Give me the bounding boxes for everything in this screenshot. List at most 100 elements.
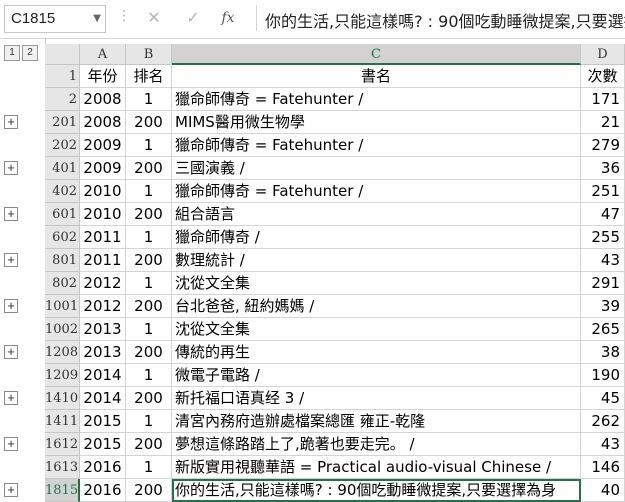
cell-year[interactable]: 2013: [80, 318, 126, 341]
expand-group-icon[interactable]: +: [4, 483, 18, 497]
cell-count[interactable]: 291: [581, 272, 625, 295]
expand-group-icon[interactable]: +: [4, 345, 18, 359]
column-header-c[interactable]: C: [172, 44, 581, 65]
select-all-corner[interactable]: [45, 44, 80, 65]
row-header[interactable]: 401: [45, 157, 80, 180]
cell-count[interactable]: 21: [581, 111, 625, 134]
row-header[interactable]: 601: [45, 203, 80, 226]
cell-rank[interactable]: 200: [126, 479, 172, 502]
drag-handle-icon[interactable]: ⋮: [117, 8, 132, 24]
cell-count[interactable]: 39: [581, 295, 625, 318]
cell-title[interactable]: 沈從文全集: [172, 272, 581, 295]
cell-year[interactable]: 2008: [80, 111, 126, 134]
cell-title[interactable]: 獵命師傳奇 = Fatehunter /: [172, 88, 581, 111]
row-header[interactable]: 1410: [45, 387, 80, 410]
cell-title[interactable]: 獵命師傳奇 /: [172, 226, 581, 249]
cell-count[interactable]: 255: [581, 226, 625, 249]
expand-group-icon[interactable]: +: [4, 207, 18, 221]
cell-year[interactable]: 2010: [80, 203, 126, 226]
cell-title[interactable]: 傳統的再生: [172, 341, 581, 364]
cell-rank[interactable]: 200: [126, 203, 172, 226]
expand-group-icon[interactable]: +: [4, 437, 18, 451]
cell-year[interactable]: 2009: [80, 134, 126, 157]
formula-input[interactable]: 你的生活,只能這樣嗎? : 90個吃動睡微提案,只要選擇: [256, 5, 625, 31]
cell-rank[interactable]: 1: [126, 180, 172, 203]
cell-title[interactable]: MIMS醫用微生物學: [172, 111, 581, 134]
chevron-down-icon[interactable]: ▼: [93, 13, 101, 24]
row-header[interactable]: 1001: [45, 295, 80, 318]
expand-group-icon[interactable]: +: [4, 115, 18, 129]
row-header[interactable]: 201: [45, 111, 80, 134]
cell-rank[interactable]: 1: [126, 364, 172, 387]
cell-rank[interactable]: 200: [126, 295, 172, 318]
column-header-b[interactable]: B: [126, 44, 172, 65]
cell-count[interactable]: 265: [581, 318, 625, 341]
cell-rank[interactable]: 200: [126, 157, 172, 180]
cell-rank[interactable]: 1: [126, 318, 172, 341]
cell-title[interactable]: 台北爸爸, 紐約媽媽 /: [172, 295, 581, 318]
cell-title[interactable]: 夢想這條路踏上了,跪著也要走完。 /: [172, 433, 581, 456]
cell-count[interactable]: 40: [581, 479, 625, 502]
cell-year[interactable]: 2015: [80, 433, 126, 456]
cell-title[interactable]: 三國演義 /: [172, 157, 581, 180]
cell-title[interactable]: 沈從文全集: [172, 318, 581, 341]
cell-year[interactable]: 2008: [80, 88, 126, 111]
row-header[interactable]: 1209: [45, 364, 80, 387]
cell-count[interactable]: 279: [581, 134, 625, 157]
row-header[interactable]: 202: [45, 134, 80, 157]
cell-count[interactable]: 45: [581, 387, 625, 410]
row-header[interactable]: 1815: [45, 479, 80, 502]
header-cell-rank[interactable]: 排名: [126, 65, 172, 88]
cell-rank[interactable]: 200: [126, 249, 172, 272]
row-header[interactable]: 2: [45, 88, 80, 111]
cell-rank[interactable]: 1: [126, 226, 172, 249]
cell-year[interactable]: 2012: [80, 295, 126, 318]
name-box[interactable]: C1815 ▼: [4, 5, 106, 33]
cell-year[interactable]: 2016: [80, 479, 126, 502]
row-header[interactable]: 1208: [45, 341, 80, 364]
column-header-a[interactable]: A: [80, 44, 126, 65]
row-header[interactable]: 602: [45, 226, 80, 249]
cell-rank[interactable]: 1: [126, 134, 172, 157]
cell-title[interactable]: 數理統計 /: [172, 249, 581, 272]
cancel-icon[interactable]: ✕: [141, 7, 167, 29]
cell-count[interactable]: 36: [581, 157, 625, 180]
row-header[interactable]: 402: [45, 180, 80, 203]
cell-rank[interactable]: 1: [126, 88, 172, 111]
cell-year[interactable]: 2015: [80, 410, 126, 433]
cell-year[interactable]: 2009: [80, 157, 126, 180]
cell-count[interactable]: 43: [581, 249, 625, 272]
cell-year[interactable]: 2014: [80, 364, 126, 387]
cell-year[interactable]: 2010: [80, 180, 126, 203]
cell-year[interactable]: 2011: [80, 249, 126, 272]
cell-rank[interactable]: 200: [126, 111, 172, 134]
cell-title[interactable]: 新托福口语真经 3 /: [172, 387, 581, 410]
row-header[interactable]: 1411: [45, 410, 80, 433]
header-cell-title[interactable]: 書名: [172, 65, 581, 88]
cell-count[interactable]: 171: [581, 88, 625, 111]
cell-count[interactable]: 38: [581, 341, 625, 364]
header-cell-count[interactable]: 次數: [581, 65, 625, 88]
cell-count[interactable]: 43: [581, 433, 625, 456]
cell-title[interactable]: 微電子電路 /: [172, 364, 581, 387]
row-header[interactable]: 1002: [45, 318, 80, 341]
cell-count[interactable]: 47: [581, 203, 625, 226]
cell-rank[interactable]: 200: [126, 433, 172, 456]
cell-count[interactable]: 190: [581, 364, 625, 387]
cell-year[interactable]: 2013: [80, 341, 126, 364]
cell-year[interactable]: 2011: [80, 226, 126, 249]
cell-rank[interactable]: 1: [126, 410, 172, 433]
cell-rank[interactable]: 200: [126, 387, 172, 410]
cell-title[interactable]: 獵命師傳奇 = Fatehunter /: [172, 180, 581, 203]
expand-group-icon[interactable]: +: [4, 299, 18, 313]
header-cell-year[interactable]: 年份: [80, 65, 126, 88]
row-header[interactable]: 1612: [45, 433, 80, 456]
function-icon[interactable]: fx: [215, 7, 241, 29]
check-icon[interactable]: ✓: [180, 7, 206, 29]
row-header[interactable]: 802: [45, 272, 80, 295]
cell-title[interactable]: 獵命師傳奇 = Fatehunter /: [172, 134, 581, 157]
cell-title[interactable]: 清宮內務府造辦處檔案總匯 雍正-乾隆: [172, 410, 581, 433]
cell-count[interactable]: 251: [581, 180, 625, 203]
cell-title[interactable]: 組合語言: [172, 203, 581, 226]
expand-group-icon[interactable]: +: [4, 391, 18, 405]
